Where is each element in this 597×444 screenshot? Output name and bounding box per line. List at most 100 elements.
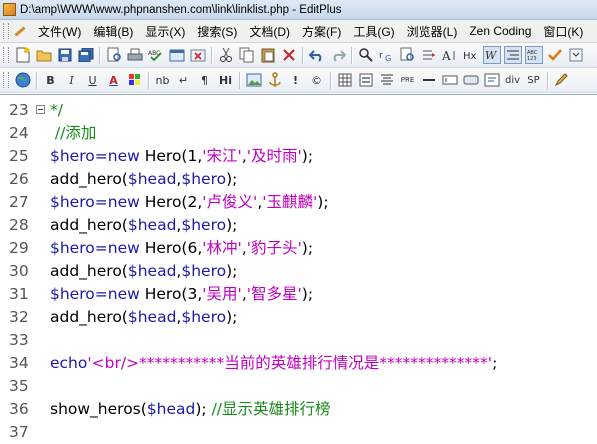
line-break-button[interactable]: ↵ [175,71,193,89]
font-size-icon[interactable]: A [441,46,459,64]
globe-icon[interactable] [14,71,32,89]
customize-icon[interactable] [567,46,585,64]
form-icon[interactable] [357,71,375,89]
text-field-icon[interactable] [441,71,459,89]
open-folder-icon[interactable] [35,46,53,64]
toolbar-grip[interactable] [3,72,9,88]
color-palette-icon[interactable] [126,71,144,89]
align-center-icon[interactable] [378,71,396,89]
copyright-icon[interactable]: © [308,71,326,89]
code-token: //显示英雄排行榜 [211,400,331,418]
save-icon[interactable] [56,46,74,64]
save-all-icon[interactable] [77,46,95,64]
line-number: 26 [9,170,29,188]
find-icon[interactable] [357,46,375,64]
close-file-icon[interactable] [189,46,207,64]
menu-search[interactable]: 搜索(S) [191,23,243,40]
preview-browser-icon[interactable] [168,46,186,64]
svg-text:Hx: Hx [463,51,477,62]
code-line[interactable]: 33 [0,329,597,352]
delete-icon[interactable] [280,46,298,64]
new-file-icon[interactable] [14,46,32,64]
code-line[interactable]: 35 [0,375,597,398]
comment-icon[interactable]: ! [287,71,305,89]
code-text: $hero=new Hero(3,'吴用','智多星'); [50,283,313,306]
code-line[interactable]: 36 show_heros($head); //显示英雄排行榜 [0,398,597,421]
spell-check-icon[interactable]: ABC [147,46,165,64]
code-line[interactable]: 31 $hero=new Hero(3,'吴用','智多星'); [0,283,597,306]
code-token: '宋江' [202,147,242,165]
replace-icon[interactable]: rG [378,46,396,64]
redo-icon[interactable] [329,46,347,64]
script-button-icon[interactable] [483,71,501,89]
code-token: //添加 [50,124,97,142]
font-color-button[interactable]: A [105,71,123,89]
menu-grip[interactable] [3,23,9,39]
menu-window[interactable]: 窗口(K) [537,23,589,40]
copy-icon[interactable] [238,46,256,64]
code-line[interactable]: 30 add_hero($head,$hero); [0,260,597,283]
code-editor[interactable]: 23 */ 24 //添加 25 $hero=new Hero(1,'宋江','及时雨'… [0,94,597,441]
edit-tag-icon[interactable] [553,71,571,89]
code-token: $hero [50,239,95,257]
code-token: ); [301,285,314,303]
find-in-files-icon[interactable] [399,46,417,64]
paste-icon[interactable] [259,46,277,64]
code-line[interactable]: 25 $hero=new Hero(1,'宋江','及时雨'); [0,145,597,168]
code-token: ); [226,308,238,326]
menu-tools[interactable]: 工具(G) [347,23,400,40]
code-line[interactable]: 23 */ [0,99,597,122]
code-line[interactable]: 27 $hero=new Hero(2,'卢俊义','玉麒麟'); [0,191,597,214]
undo-icon[interactable] [308,46,326,64]
menu-zen-coding[interactable]: Zen Coding [463,24,537,38]
anchor-icon[interactable] [266,71,284,89]
code-token: = [94,239,108,257]
input-button-icon[interactable] [462,71,480,89]
image-icon[interactable] [245,71,263,89]
div-button[interactable]: div [504,71,522,89]
code-line[interactable]: 34 echo'<br/>***********当前的英雄排行情况是*******… [0,352,597,375]
table-icon[interactable] [336,71,354,89]
code-text: add_hero($head,$hero); [50,306,237,329]
fold-collapse-icon[interactable] [36,105,45,114]
code-token: '卢俊义' [202,193,258,211]
horizontal-rule-icon[interactable] [420,71,438,89]
word-wrap-icon[interactable]: W [482,46,501,64]
code-text: add_hero($head,$hero); [50,214,237,237]
menu-file[interactable]: 文件(W) [32,23,87,40]
hex-view-icon[interactable]: Hx [462,46,480,64]
go-to-line-icon[interactable] [420,46,438,64]
code-line[interactable]: 28 add_hero($head,$hero); [0,214,597,237]
line-numbers-icon[interactable] [503,46,522,64]
code-line[interactable]: 26 add_hero($head,$hero); [0,168,597,191]
code-token: ); [226,216,238,234]
menu-browser[interactable]: 浏览器(L) [401,23,464,40]
line-number: 36 [9,400,29,418]
print-icon[interactable] [126,46,144,64]
code-line[interactable]: 37 [0,421,597,444]
cut-icon[interactable] [217,46,235,64]
print-preview-icon[interactable] [105,46,123,64]
code-token: ); [301,147,314,165]
abc-column-icon[interactable]: ABC 123 [524,46,543,64]
bold-button[interactable]: B [42,71,60,89]
pre-button[interactable]: PRE [399,71,417,89]
menu-document[interactable]: 文档(D) [243,23,296,40]
code-line[interactable]: 29 $hero=new Hero(6,'林冲','豹子头'); [0,237,597,260]
nbsp-button[interactable]: nb [154,71,172,89]
menu-view[interactable]: 显示(X) [139,23,191,40]
html-toolbar: B I U A nb ↵ ¶ Hi ! © PRE div SP [0,68,597,93]
underline-button[interactable]: U [84,71,102,89]
toolbar-grip[interactable] [3,47,9,63]
paragraph-button[interactable]: ¶ [196,71,214,89]
italic-button[interactable]: I [63,71,81,89]
menu-edit[interactable]: 编辑(B) [87,23,139,40]
line-number: 24 [9,124,29,142]
menu-project[interactable]: 方案(F) [296,23,347,40]
span-button[interactable]: SP [525,71,543,89]
code-token: '林冲' [202,239,242,257]
code-line[interactable]: 24 //添加 [0,122,597,145]
code-line[interactable]: 32 add_hero($head,$hero); [0,306,597,329]
spell-checkmark-icon[interactable] [546,46,564,64]
heading-button[interactable]: Hi [217,71,235,89]
